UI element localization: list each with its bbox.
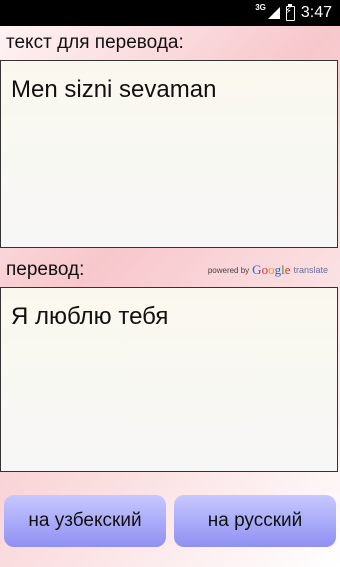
translation-label: перевод: [6,259,85,280]
network-type: 3G [255,2,266,12]
translate-to-russian-button[interactable]: на русский [174,495,336,547]
translated-text: Я люблю тебя [11,303,169,330]
status-bar: 3G 3:47 [0,0,340,26]
google-logo: Google [252,262,291,277]
powered-by-text: powered by [207,265,250,275]
clock: 3:47 [300,4,332,21]
translate-text: translate [293,265,328,275]
source-text-input[interactable]: Men sizni sevaman [0,60,338,248]
translation-output[interactable]: Я люблю тебя [0,287,338,472]
status-icons: 3G 3:47 [255,0,332,26]
source-label: текст для перевода: [6,32,184,53]
google-attribution: powered by Google translate [208,262,328,278]
translate-to-uzbek-button[interactable]: на узбекский [4,495,166,547]
source-text: Men sizni sevaman [11,76,217,103]
signal-icon [267,7,280,19]
battery-charging-icon [285,3,295,21]
